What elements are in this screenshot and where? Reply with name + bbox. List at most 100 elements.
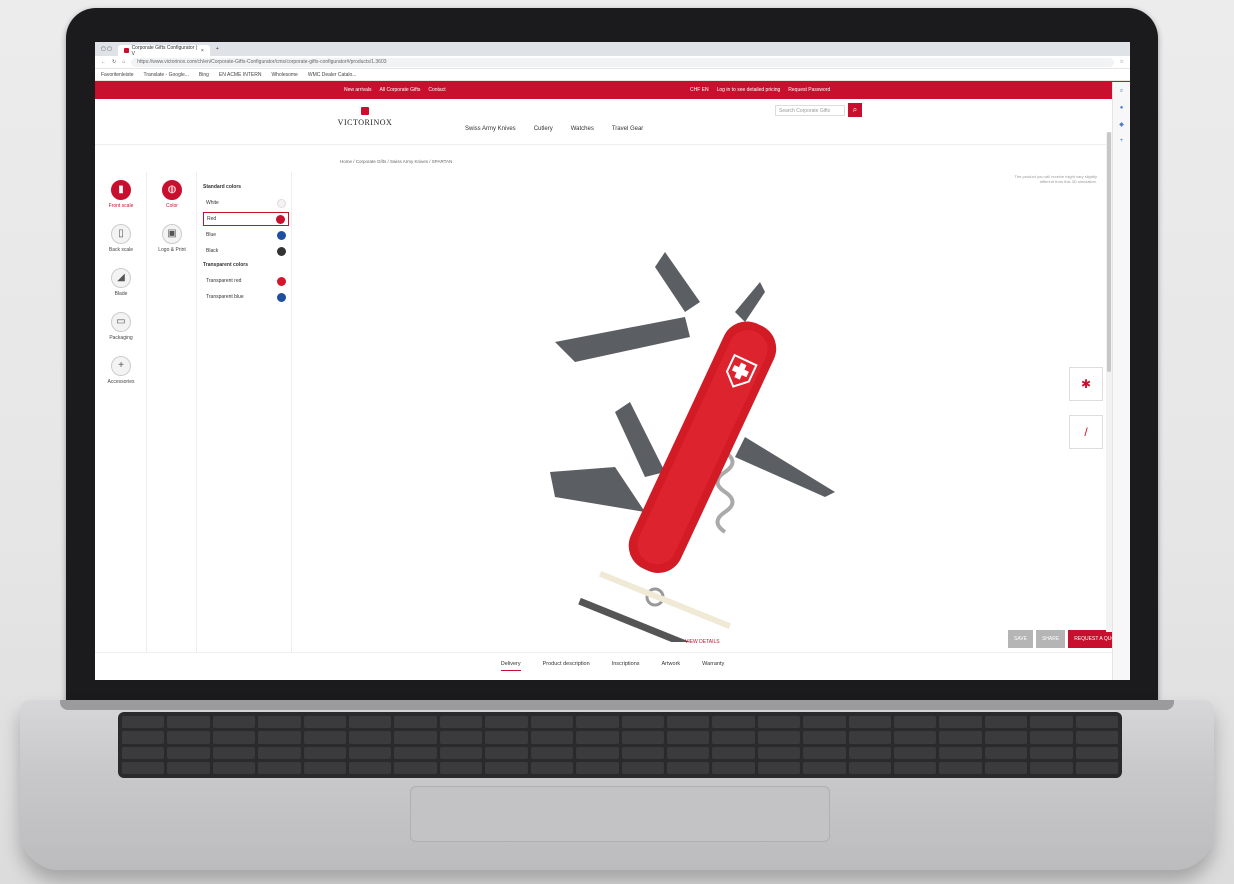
new-tab-icon[interactable]: + <box>216 46 219 52</box>
nav-item[interactable]: Watches <box>571 126 594 132</box>
color-option[interactable]: Red <box>203 212 289 226</box>
site-topbar: New arrivals All Corporate Gifts Contact C… <box>95 81 1130 99</box>
rail-item-back-scale[interactable]: ▯ Back scale <box>95 216 147 260</box>
close-icon[interactable]: × <box>201 48 204 54</box>
tab-warranty[interactable]: Warranty <box>702 661 724 676</box>
favorite-icon[interactable]: ☆ <box>1120 59 1124 65</box>
home-icon[interactable]: ⌂ <box>122 59 125 65</box>
keyboard-key <box>303 761 347 774</box>
color-name: Blue <box>206 232 217 238</box>
screen: ▢ ▢ Corporate Gifts Configurator | V × +… <box>95 42 1130 680</box>
tab-inscriptions[interactable]: Inscriptions <box>612 661 640 676</box>
share-button[interactable]: SHARE <box>1035 630 1066 648</box>
bookmark-item[interactable]: EN ACME INTERN <box>219 72 262 78</box>
reload-icon[interactable]: ↻ <box>112 59 116 65</box>
save-button[interactable]: SAVE <box>1008 630 1033 648</box>
keyboard-key <box>122 731 165 744</box>
panel-divider <box>291 172 292 652</box>
transparent-colors-heading: Transparent colors <box>203 262 249 268</box>
keyboard-key <box>757 746 801 759</box>
keyboard-key <box>394 731 437 744</box>
subrail-item-color[interactable]: ◍ Color <box>147 172 197 216</box>
bookmark-item[interactable]: Translate - Google... <box>144 72 189 78</box>
browser-sidebar: ⌕ ● ◆ + <box>1112 82 1130 680</box>
thumbnail-closed-view[interactable]: / <box>1069 415 1103 449</box>
search-icon[interactable]: ⌕ <box>848 103 862 117</box>
keyboard-key <box>666 746 710 759</box>
keyboard-key <box>621 761 664 774</box>
rail-item-accessories[interactable]: + Accessories <box>95 348 147 392</box>
tab-delivery[interactable]: Delivery <box>500 661 521 671</box>
bookmark-item[interactable]: Favoritenleiste <box>101 72 134 78</box>
palette-icon: ◍ <box>162 179 182 200</box>
keyboard-key <box>893 746 937 759</box>
shopping-icon[interactable]: ● <box>1120 105 1124 111</box>
tab-product-description[interactable]: Product description <box>543 661 590 676</box>
rail-item-label: Accessories <box>107 378 135 385</box>
subrail-item-logo-print[interactable]: ▣ Logo & Print <box>147 216 197 260</box>
logo-wordmark: VICTORINOX <box>337 118 393 127</box>
subrail-item-label: Color <box>166 202 178 209</box>
keyboard-key <box>893 731 937 744</box>
keyboard-key <box>848 761 891 774</box>
rail-item-front-scale[interactable]: ▮ Front scale <box>95 172 147 216</box>
keyboard-key <box>303 731 347 744</box>
nav-item[interactable]: Cutlery <box>534 126 553 132</box>
keyboard-key <box>485 746 528 759</box>
keyboard-key <box>349 761 392 774</box>
back-icon[interactable]: ← <box>101 59 106 65</box>
keyboard-key <box>212 731 256 744</box>
keyboard-key <box>939 731 982 744</box>
topbar-link[interactable]: All Corporate Gifts <box>380 87 421 93</box>
keyboard-key <box>984 716 1028 729</box>
keyboard-key <box>167 761 210 774</box>
request-password-link[interactable]: Request Password <box>788 87 830 93</box>
tools-icon[interactable]: ◆ <box>1119 121 1124 128</box>
plus-icon[interactable]: + <box>1120 138 1124 144</box>
keyboard-key <box>212 716 256 729</box>
keyboard-key <box>212 761 256 774</box>
color-option[interactable]: White <box>203 196 289 210</box>
color-option[interactable]: Blue <box>203 228 289 242</box>
color-option[interactable]: Transparent red <box>203 274 289 288</box>
nav-item[interactable]: Travel Gear <box>612 126 643 132</box>
victorinox-logo[interactable]: VICTORINOX <box>335 107 395 127</box>
color-swatch <box>276 214 285 224</box>
keyboard-key <box>1030 731 1073 744</box>
search-input[interactable]: Search Corporate Gifts <box>775 104 845 116</box>
keyboard-key <box>712 761 755 774</box>
view-details-link[interactable]: VIEW DETAILS <box>685 639 720 645</box>
trackpad <box>410 786 830 842</box>
color-option[interactable]: Transparent blue <box>203 290 289 304</box>
keyboard-key <box>394 761 437 774</box>
topbar-link[interactable]: New arrivals <box>344 87 372 93</box>
scroll-thumb[interactable] <box>1107 132 1111 372</box>
keyboard-key <box>666 731 710 744</box>
keyboard-key <box>984 731 1028 744</box>
keyboard-key <box>485 716 528 729</box>
rail-item-blade[interactable]: ◢ Blade <box>95 260 147 304</box>
tab-title: Corporate Gifts Configurator | V <box>131 44 198 57</box>
login-link[interactable]: Log in to see detailed pricing <box>717 87 781 93</box>
browser-tab[interactable]: Corporate Gifts Configurator | V × <box>117 44 210 57</box>
keyboard-key <box>666 761 710 774</box>
keyboard-key <box>757 716 801 729</box>
url-field[interactable]: https://www.victorinox.com/ch/en/Corpora… <box>131 57 1114 67</box>
bookmark-item[interactable]: Wholesome <box>271 72 297 78</box>
keyboard-key <box>122 746 165 759</box>
topbar-link[interactable]: Contact <box>428 87 445 93</box>
currency-selector[interactable]: CHF EN <box>690 87 709 93</box>
knife-3d-view[interactable] <box>535 212 835 642</box>
search-icon[interactable]: ⌕ <box>1120 88 1123 95</box>
bookmark-item[interactable]: WMC Dealer Catalo... <box>308 72 357 78</box>
color-option[interactable]: Black <box>203 244 289 258</box>
thumbnail-open-view[interactable]: ✱ <box>1069 367 1103 401</box>
color-swatch <box>277 276 286 286</box>
keyboard-key <box>530 716 574 729</box>
rail-item-packaging[interactable]: ▭ Packaging <box>95 304 147 348</box>
bookmark-item[interactable]: Bing <box>199 72 209 78</box>
nav-item[interactable]: Swiss Army Knives <box>465 126 516 132</box>
tab-artwork[interactable]: Artwork <box>662 661 681 676</box>
browser-menu-icon[interactable]: ▢ ▢ <box>101 46 112 52</box>
color-name: White <box>206 200 219 206</box>
